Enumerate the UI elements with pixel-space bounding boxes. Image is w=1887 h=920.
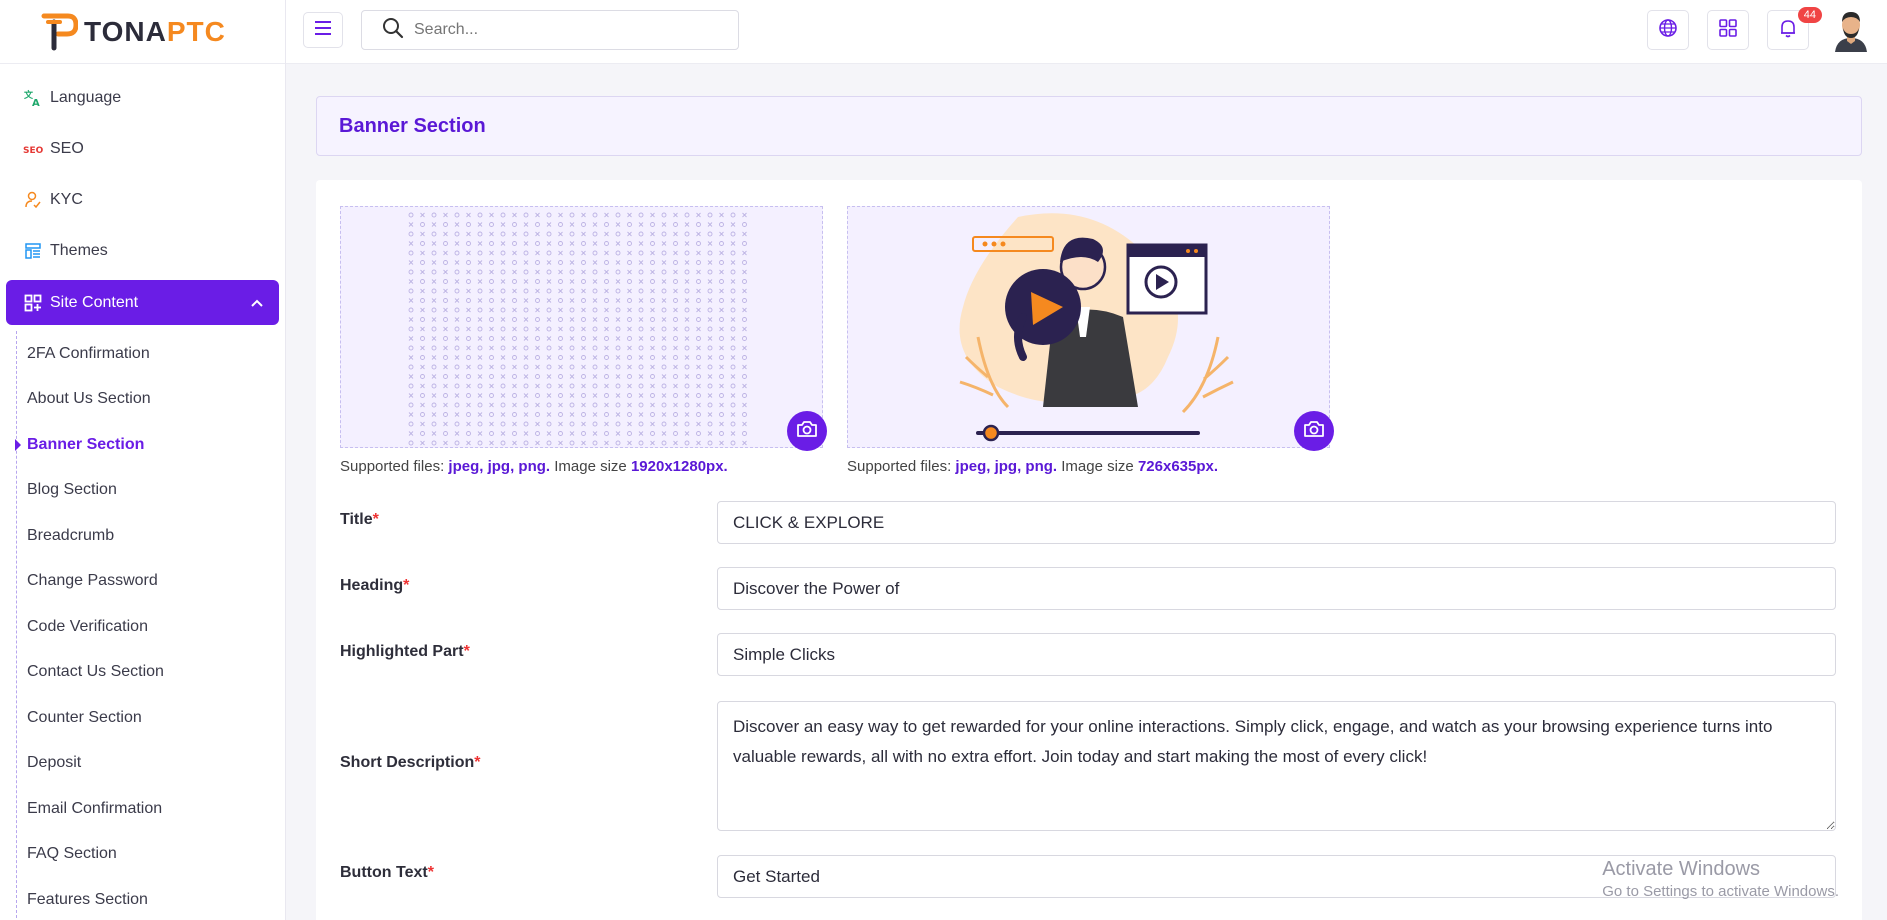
sidebar-subitem-email-confirmation[interactable]: Email Confirmation — [17, 786, 285, 832]
label-text: Short Description — [340, 754, 475, 771]
label-text: Highlighted Part — [340, 643, 464, 660]
brand-name-part2: PTC — [166, 15, 226, 47]
background-image-note: Supported files: jpeg, jpg, png. Image s… — [340, 458, 728, 475]
sidebar-subitem-features-section[interactable]: Features Section — [17, 877, 285, 920]
sidebar-subitem-deposit[interactable]: Deposit — [17, 741, 285, 787]
title-input[interactable] — [717, 501, 1836, 544]
sidebar-subitem-change-password[interactable]: Change Password — [17, 559, 285, 605]
required-marker: * — [463, 643, 470, 660]
user-check-icon — [22, 189, 44, 211]
sidebar-subitem-faq-section[interactable]: FAQ Section — [17, 832, 285, 878]
sidebar-item-label: Themes — [50, 241, 108, 259]
layout-icon — [22, 240, 44, 262]
title-label: Title* — [340, 511, 379, 529]
sidebar-item-themes[interactable]: Themes — [0, 225, 285, 276]
note-prefix: Supported files: — [340, 458, 445, 475]
logo-mark-icon — [41, 13, 78, 50]
required-marker: * — [474, 754, 481, 771]
heading-label: Heading* — [340, 577, 409, 595]
short-description-label: Short Description* — [340, 754, 480, 772]
label-text: Title — [340, 511, 373, 528]
hamburger-icon — [314, 20, 332, 40]
note-size-label: Image size — [1061, 458, 1134, 475]
banner-illustration-image — [959, 213, 1234, 442]
chevron-up-icon — [251, 294, 263, 312]
upload-banner-image-button[interactable] — [1294, 411, 1334, 451]
sidebar: TONAPTC 文A Language SEO SEO KYC Themes S… — [0, 0, 286, 920]
note-size-label: Image size — [554, 458, 627, 475]
sidebar-subitem-contact-us-section[interactable]: Contact Us Section — [17, 650, 285, 696]
banner-image-note: Supported files: jpeg, jpg, png. Image s… — [847, 458, 1218, 475]
heading-input[interactable] — [717, 567, 1836, 610]
sidebar-subitem-about-us-section[interactable]: About Us Section — [17, 377, 285, 423]
language-button[interactable] — [1647, 10, 1689, 50]
note-prefix: Supported files: — [847, 458, 952, 475]
topbar: 44 — [286, 0, 1887, 64]
note-formats: jpeg, jpg, png. — [448, 458, 551, 475]
sidebar-item-site-content[interactable]: Site Content — [6, 280, 279, 325]
note-size: 1920x1280px. — [630, 458, 728, 475]
globe-icon — [1658, 18, 1678, 43]
notification-count-badge: 44 — [1797, 7, 1822, 23]
sidebar-subitem-banner-section[interactable]: Banner Section — [15, 422, 285, 468]
sidebar-subitem-blog-section[interactable]: Blog Section — [17, 468, 285, 514]
required-marker: * — [427, 864, 434, 881]
seo-icon: SEO — [22, 138, 44, 160]
bell-icon — [1778, 18, 1798, 43]
brand-logo[interactable]: TONAPTC — [0, 0, 285, 64]
camera-icon — [1303, 419, 1325, 444]
page-header: Banner Section — [316, 96, 1862, 156]
note-size: 726x635px. — [1137, 458, 1219, 475]
sidebar-item-label: Language — [50, 88, 122, 106]
notifications-button[interactable]: 44 — [1767, 7, 1822, 50]
highlighted-part-label: Highlighted Part* — [340, 643, 470, 661]
upload-background-image-button[interactable] — [787, 411, 827, 451]
sidebar-subitem-counter-section[interactable]: Counter Section — [17, 695, 285, 741]
note-formats: jpeg, jpg, png. — [955, 458, 1058, 475]
background-image-upload[interactable] — [340, 206, 827, 451]
grid-icon — [1718, 18, 1738, 43]
svg-text:SEO: SEO — [23, 146, 43, 155]
windows-activation-watermark: Activate Windows Go to Settings to activ… — [1602, 858, 1839, 900]
sidebar-item-label: Site Content — [50, 293, 139, 311]
translate-icon: 文A — [22, 87, 44, 109]
sidebar-item-language[interactable]: 文A Language — [0, 72, 285, 123]
watermark-title: Activate Windows — [1602, 858, 1761, 880]
sidebar-subitem-breadcrumb[interactable]: Breadcrumb — [17, 513, 285, 559]
search-input[interactable] — [414, 21, 714, 39]
camera-icon — [796, 419, 818, 444]
sidebar-item-label: SEO — [50, 139, 84, 157]
label-text: Heading — [340, 577, 404, 594]
short-description-textarea[interactable]: Discover an easy way to get rewarded for… — [717, 701, 1836, 831]
user-avatar[interactable] — [1831, 8, 1871, 52]
required-marker: * — [403, 577, 410, 594]
grid-plus-icon — [24, 294, 42, 312]
pattern-preview-image — [408, 212, 747, 446]
brand-name-part1: TONA — [84, 15, 167, 47]
search-box — [361, 10, 739, 50]
watermark-subtitle: Go to Settings to activate Windows. — [1602, 883, 1839, 900]
main-content: Banner Section Supported files: jpeg, jp… — [286, 64, 1887, 920]
apps-button[interactable] — [1707, 10, 1749, 50]
search-icon — [382, 17, 404, 44]
label-text: Button Text — [340, 864, 428, 881]
menu-toggle-button[interactable] — [303, 12, 343, 48]
sidebar-subitem-2fa-confirmation[interactable]: 2FA Confirmation — [17, 331, 285, 377]
sidebar-menu: 文A Language SEO SEO KYC Themes Site Cont… — [0, 64, 285, 920]
page-title: Banner Section — [339, 114, 486, 137]
sidebar-subitem-code-verification[interactable]: Code Verification — [17, 604, 285, 650]
banner-form: Supported files: jpeg, jpg, png. Image s… — [316, 180, 1862, 920]
svg-text:A: A — [32, 98, 40, 107]
required-marker: * — [372, 511, 379, 528]
button-text-label: Button Text* — [340, 864, 434, 882]
banner-image-upload[interactable] — [847, 206, 1334, 451]
sidebar-item-kyc[interactable]: KYC — [0, 174, 285, 225]
site-content-submenu: 2FA Confirmation About Us Section Banner… — [15, 331, 285, 920]
brand-name: TONAPTC — [84, 16, 226, 48]
sidebar-item-label: KYC — [50, 190, 83, 208]
sidebar-item-seo[interactable]: SEO SEO — [0, 123, 285, 174]
highlighted-part-input[interactable] — [717, 633, 1836, 676]
